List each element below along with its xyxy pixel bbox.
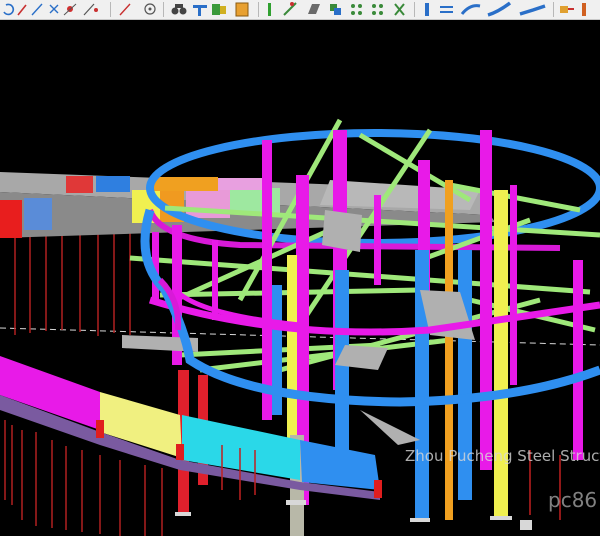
box-icon[interactable] <box>235 2 249 17</box>
measure-icon[interactable] <box>83 3 98 16</box>
pencil-icon[interactable] <box>17 4 27 16</box>
watermark-text: Zhou Pucheng Steel Structu <box>405 447 600 465</box>
toolbar-icons <box>3 1 586 17</box>
rotate-icon[interactable] <box>3 3 15 16</box>
pipe-icon[interactable] <box>487 1 512 17</box>
column-icon[interactable] <box>425 3 429 16</box>
cut-icon[interactable] <box>394 3 405 16</box>
yellow-column-2 <box>287 255 297 440</box>
poly-beam-icon[interactable] <box>519 4 546 16</box>
watermark-site: pc86 <box>548 488 598 512</box>
beam-tool-icon[interactable] <box>193 5 207 16</box>
orange-column <box>445 180 453 520</box>
binoculars-icon[interactable] <box>171 4 187 15</box>
brace-tool-icon[interactable] <box>283 2 297 16</box>
pick-icon[interactable] <box>560 3 586 16</box>
copy-part-icon[interactable] <box>330 4 341 15</box>
weld-group-icon[interactable] <box>372 4 383 15</box>
column-bases <box>175 500 532 530</box>
yellow-column <box>494 190 508 520</box>
toolbar <box>0 0 600 20</box>
beam-icon[interactable] <box>440 6 453 13</box>
cross-icon[interactable] <box>49 4 59 14</box>
column-tool-icon[interactable] <box>268 3 271 16</box>
plate-icon[interactable] <box>308 4 320 14</box>
node-icon[interactable] <box>63 3 77 16</box>
paint-icon[interactable] <box>212 4 226 15</box>
curved-beam-icon[interactable] <box>460 4 481 15</box>
target-icon[interactable] <box>119 3 156 16</box>
lower-bridge <box>0 356 382 500</box>
bolt-group-icon[interactable] <box>351 4 362 15</box>
line-icon[interactable] <box>31 3 43 16</box>
